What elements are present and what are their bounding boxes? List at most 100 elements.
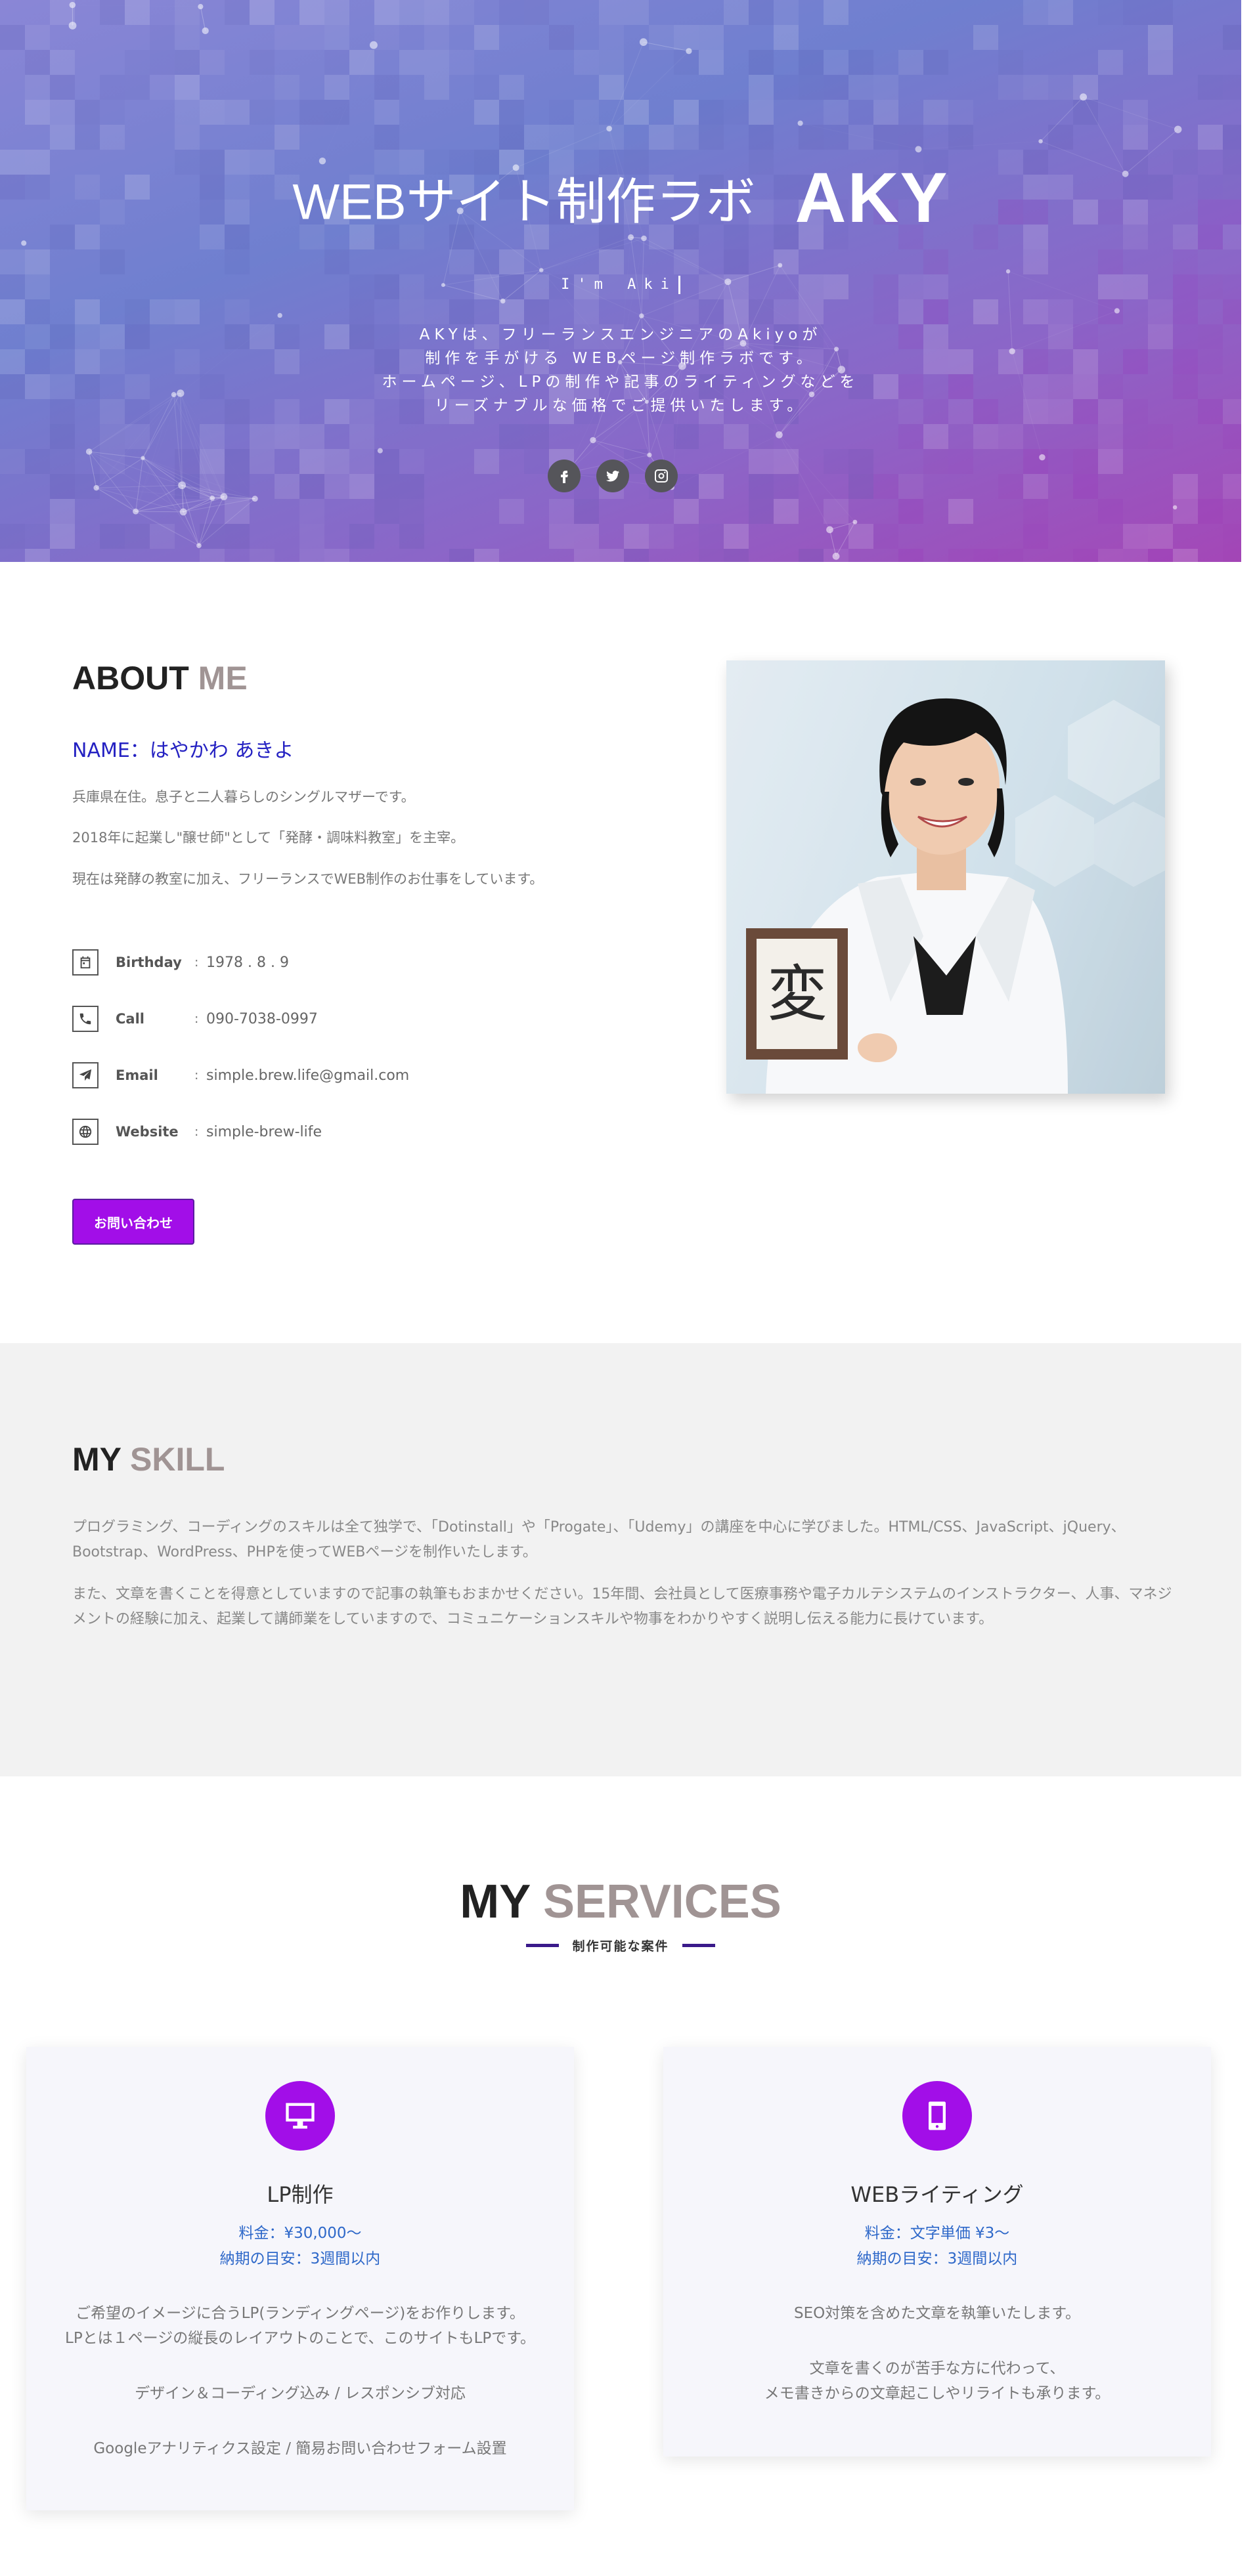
network-line [918,141,1040,149]
hero-description: AKYは、フリーランスエンジニアのAkiyoが 制作を手がける WEBページ制作… [0,323,1241,418]
info-colon: : [194,1125,199,1139]
network-node [1038,139,1043,144]
network-line [200,6,206,31]
hero-section: WEBサイト制作ラボ AKY I'm Aki AKYは、フリーランスエンジニアのA… [0,0,1241,562]
service-title: LP制作 [267,2182,334,2207]
network-node [196,543,202,548]
service-text: Googleアナリティクス設定 / 簡易お問い合わせフォーム設置 [93,2440,507,2457]
network-line [135,511,184,513]
monitor-icon [265,2081,335,2151]
network-node [1174,125,1182,133]
network-node [686,48,692,54]
network-line [672,435,780,487]
network-node [1039,454,1046,461]
about-paragraph: 兵庫県在住。息子と二人暮らしのシングルマザーです。 [72,789,415,805]
service-text: ご希望のイメージに合うLP(ランディングページ)をお作りします。 [76,2305,525,2322]
hero-description-line: 制作を手がける WEBページ制作ラボです。 [425,350,816,367]
contact-button[interactable]: お問い合わせ [72,1199,194,1245]
twitter-icon [606,470,619,482]
calendar-icon [72,949,99,976]
info-value[interactable]: simple.brew.life@gmail.com [206,1067,409,1084]
network-line [181,484,213,499]
network-node [179,508,187,516]
info-value: 090-7038-0997 [206,1010,318,1027]
network-node [539,268,544,272]
network-node [590,437,596,444]
twitter-link[interactable] [596,460,629,492]
network-node [639,38,648,46]
network-line [778,435,830,530]
profile-photo: 変 [726,660,1165,1094]
network-line [829,529,837,557]
info-colon: : [194,1012,199,1026]
instagram-link[interactable] [645,460,678,492]
about-paragraph: 2018年に起業し"醸せ師"として「発酵・調味料教室」を主宰。 [72,830,465,846]
network-node [797,120,803,126]
network-node [69,1,76,9]
network-line [89,451,97,488]
hero-description-line: リーズナブルな価格でご提供いたします。 [434,397,807,414]
info-value: 1978 . 8 . 9 [206,954,289,971]
network-node [277,312,282,318]
facebook-link[interactable] [548,460,581,492]
network-node [252,496,258,502]
info-label: Website [116,1124,179,1140]
instagram-icon [655,469,668,483]
network-node [209,495,215,501]
smartphone-icon [902,2081,972,2151]
network-node [198,4,204,10]
network-line [135,458,144,512]
service-text: 文章を書くのが苦手な方に代わって、 [809,2360,1065,2377]
hero-title: WEBサイト制作ラボ AKY [0,156,1241,238]
network-line [801,123,919,150]
profile-photo-illustration: 変 [726,660,1165,1094]
network-node [202,27,209,35]
photo-kanji: 変 [767,959,827,1029]
service-text: LPとは１ページの縦長のレイアウトのことで、このサイトもLPです。 [65,2330,535,2347]
network-node [852,519,858,525]
info-row-birthday: Birthday : 1978 . 8 . 9 [72,949,289,976]
facebook-icon [561,471,568,483]
network-node [826,526,833,534]
divider-line [526,1944,560,1947]
network-line [1040,97,1084,142]
typing-caret [678,276,680,294]
network-node [1114,308,1120,314]
network-node [220,493,228,501]
skill-heading-accent: SKILL [130,1441,225,1478]
hero-title-brand: AKY [795,158,949,237]
info-label: Email [116,1067,158,1083]
network-node [778,263,783,268]
phone-icon [72,1006,99,1032]
hero-description-line: ホームページ、LPの制作や記事のライティングなどを [382,374,860,391]
network-line [89,451,184,513]
skill-heading: MY SKILL [72,1440,225,1478]
service-card-writing: WEBライティング 料金：文字単価 ¥3〜 納期の目安：3週間以内 SEO対策を… [663,2047,1211,2457]
globe-icon [72,1119,99,1145]
hero-subtitle-text: I'm Aki [561,276,677,293]
services-heading-main: MY [460,1876,530,1928]
network-node [606,125,612,132]
network-node [141,456,145,460]
skill-paragraph: プログラミング、コーディングのスキルは全て独学で、「Dotinstall」や「P… [72,1519,1126,1560]
info-colon: : [194,955,199,970]
network-node [68,22,77,30]
network-node [647,452,652,458]
hero-title-main: WEBサイト制作ラボ [292,174,756,230]
skill-heading-main: MY [72,1441,121,1478]
info-row-email: Email : simple.brew.life@gmail.com [72,1062,409,1088]
info-row-call: Call : 090-7038-0997 [72,1006,318,1032]
network-node [915,146,922,153]
network-node [639,313,644,318]
info-value[interactable]: simple-brew-life [206,1124,322,1140]
service-text: メモ書きからの文章起こしやリライトも承ります。 [764,2385,1111,2402]
about-name: NAME：はやかわ あきよ [72,739,294,762]
network-line [198,498,255,546]
services-subheading-text: 制作可能な案件 [572,1939,669,1954]
service-price: 料金：文字単価 ¥3〜 [864,2225,1010,2242]
network-node [369,41,378,49]
network-line [72,5,200,7]
about-heading: ABOUT ME [72,659,248,697]
network-node [93,484,99,491]
about-heading-accent: ME [198,660,248,697]
